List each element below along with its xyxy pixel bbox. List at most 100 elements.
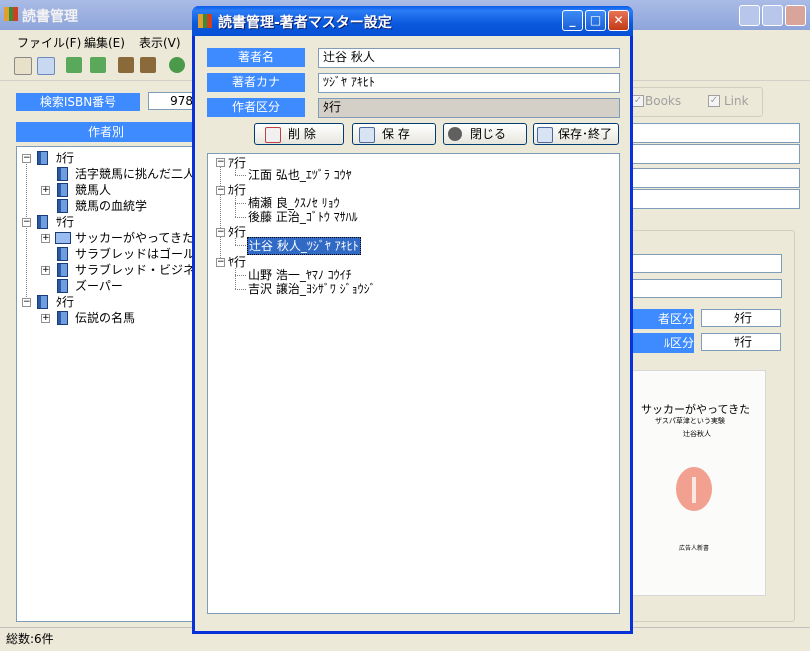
tree-guide bbox=[235, 289, 246, 290]
detail-field-1[interactable] bbox=[620, 123, 800, 143]
expand-icon[interactable]: + bbox=[41, 266, 50, 275]
dialog-title-bar[interactable]: 読書管理-著者マスター設定 _ □ ✕ bbox=[192, 6, 633, 36]
minimize-icon[interactable] bbox=[739, 5, 760, 26]
book-icon bbox=[37, 215, 48, 229]
detail-field-3[interactable] bbox=[620, 168, 800, 188]
book-icon bbox=[57, 263, 68, 277]
author-kana-label: 著者カナ bbox=[207, 73, 305, 92]
save-close-button-label: 保存･終了 bbox=[558, 127, 613, 141]
detail-field-2[interactable] bbox=[620, 144, 800, 164]
delete-button-label: 削 除 bbox=[288, 127, 316, 141]
tree-guide bbox=[220, 166, 221, 262]
search-isbn-input[interactable]: 978 bbox=[148, 92, 196, 110]
menu-file[interactable]: ファイル(F) bbox=[17, 34, 81, 51]
tree-item[interactable]: 競馬人 bbox=[75, 182, 111, 198]
tree-guide bbox=[235, 275, 246, 276]
detail-field-6[interactable] bbox=[620, 279, 782, 298]
collapse-icon[interactable]: − bbox=[216, 228, 225, 237]
link-checkbox[interactable]: ✓ bbox=[708, 95, 720, 107]
cover-publisher: 広告人新書 bbox=[679, 545, 710, 552]
menu-view[interactable]: 表示(V) bbox=[139, 34, 181, 51]
tree-guide bbox=[26, 161, 27, 303]
tree-item[interactable]: 競馬の血統学 bbox=[75, 198, 147, 214]
author-name-label: 著者名 bbox=[207, 48, 305, 67]
tree-guide bbox=[235, 238, 236, 245]
tree-guide bbox=[235, 245, 246, 246]
collapse-icon[interactable]: − bbox=[216, 158, 225, 167]
close-icon[interactable] bbox=[785, 5, 806, 26]
author-name-input[interactable]: 辻谷 秋人 bbox=[318, 48, 620, 68]
minimize-icon[interactable]: _ bbox=[562, 10, 583, 31]
author-kana-input[interactable]: ﾂｼﾞﾔ ｱｷﾋﾄ bbox=[318, 73, 620, 93]
tree-item[interactable]: 吉沢 譲治_ﾖｼｻﾞﾜ ｼﾞｮｳｼﾞ bbox=[248, 281, 376, 297]
tree-group[interactable]: ｶ行 bbox=[228, 182, 246, 198]
export-icon[interactable] bbox=[140, 57, 156, 73]
link-checkbox-label: Link bbox=[724, 94, 749, 108]
open-book-icon bbox=[55, 232, 71, 244]
new-record-icon[interactable] bbox=[14, 57, 32, 75]
cover-title: サッカーがやってきた bbox=[641, 403, 751, 416]
book-tree-panel[interactable]: − ｶ行 活字競馬に挑んだ二人の + 競馬人 競馬の血統学 − ｻ行 + サッカ… bbox=[16, 146, 231, 622]
cover-subtitle: ザスパ草津という実験 bbox=[655, 417, 725, 425]
tree-group[interactable]: ｻ行 bbox=[56, 214, 74, 230]
author-category-value[interactable]: ﾀ行 bbox=[701, 309, 781, 327]
save-icon bbox=[359, 127, 375, 143]
save-button-label: 保 存 bbox=[382, 127, 410, 141]
tree-item[interactable]: ズーパー bbox=[75, 278, 123, 294]
books-checkbox[interactable]: ✓ bbox=[632, 95, 644, 107]
view-mode-label[interactable]: 作者別 bbox=[16, 122, 196, 142]
collapse-icon[interactable]: − bbox=[216, 258, 225, 267]
title-category-value[interactable]: ｻ行 bbox=[701, 333, 781, 351]
cover-emblem-mark bbox=[692, 477, 696, 503]
detail-field-5[interactable] bbox=[620, 254, 782, 273]
tree-guide bbox=[235, 168, 236, 175]
copy-record-icon[interactable] bbox=[37, 57, 55, 75]
expand-icon[interactable]: + bbox=[41, 186, 50, 195]
author-category-input[interactable]: ﾀ行 bbox=[318, 98, 620, 118]
import-icon[interactable] bbox=[118, 57, 134, 73]
tree-item[interactable]: 伝説の名馬 bbox=[75, 310, 135, 326]
tree-group[interactable]: ﾀ行 bbox=[228, 224, 246, 240]
save-close-button[interactable]: 保存･終了 bbox=[533, 123, 619, 145]
prev-icon[interactable] bbox=[90, 57, 106, 73]
tree-item[interactable]: 活字競馬に挑んだ二人の bbox=[75, 166, 207, 182]
book-icon bbox=[57, 183, 68, 197]
search-isbn-label: 検索ISBN番号 bbox=[16, 93, 140, 111]
tree-group[interactable]: ｱ行 bbox=[228, 155, 246, 171]
close-button[interactable]: 閉じる bbox=[443, 123, 527, 145]
maximize-icon[interactable]: □ bbox=[585, 10, 606, 31]
detail-field-4[interactable] bbox=[620, 189, 800, 209]
tree-group[interactable]: ｶ行 bbox=[56, 150, 74, 166]
menu-edit[interactable]: 編集(E) bbox=[84, 34, 125, 51]
tree-item[interactable]: サラブレッド・ビジネス bbox=[75, 262, 207, 278]
tree-item-selected[interactable]: 辻谷 秋人_ﾂｼﾞﾔ ｱｷﾋﾄ bbox=[247, 237, 361, 255]
tree-item[interactable]: サッカーがやってきた bbox=[75, 230, 194, 246]
expand-icon[interactable]: + bbox=[41, 314, 50, 323]
expand-icon[interactable]: + bbox=[41, 234, 50, 243]
dialog-title: 読書管理-著者マスター設定 bbox=[218, 15, 392, 31]
collapse-icon[interactable]: − bbox=[22, 218, 31, 227]
save-button[interactable]: 保 存 bbox=[352, 123, 436, 145]
author-tree[interactable]: − ｱ行 江面 弘也_ｴﾂﾞﾗ ｺｳﾔ − ｶ行 楠瀬 良_ｸｽﾉｾ ﾘｮｳ 後… bbox=[207, 153, 620, 614]
book-icon bbox=[57, 279, 68, 293]
author-category-label: 作者区分 bbox=[207, 98, 305, 117]
book-icon bbox=[37, 151, 48, 165]
collapse-icon[interactable]: − bbox=[22, 298, 31, 307]
delete-button[interactable]: 削 除 bbox=[254, 123, 344, 145]
tree-guide bbox=[235, 175, 246, 176]
next-icon[interactable] bbox=[66, 57, 82, 73]
book-cover-image: サッカーがやってきた ザスパ草津という実験 辻谷秋人 広告人新書 bbox=[632, 370, 766, 596]
collapse-icon[interactable]: − bbox=[216, 186, 225, 195]
tree-item[interactable]: 後藤 正治_ｺﾞﾄｳ ﾏｻﾊﾙ bbox=[248, 209, 358, 225]
tree-group[interactable]: ﾀ行 bbox=[56, 294, 74, 310]
collapse-icon[interactable]: − bbox=[22, 154, 31, 163]
tree-item[interactable]: 江面 弘也_ｴﾂﾞﾗ ｺｳﾔ bbox=[248, 167, 352, 183]
close-icon[interactable]: ✕ bbox=[608, 10, 629, 31]
tree-guide bbox=[235, 217, 246, 218]
maximize-icon[interactable] bbox=[762, 5, 783, 26]
web-icon[interactable] bbox=[169, 57, 185, 73]
book-icon bbox=[37, 295, 48, 309]
close-circle-icon bbox=[448, 127, 462, 141]
cover-author: 辻谷秋人 bbox=[683, 430, 711, 438]
tree-group[interactable]: ﾔ行 bbox=[228, 254, 246, 270]
